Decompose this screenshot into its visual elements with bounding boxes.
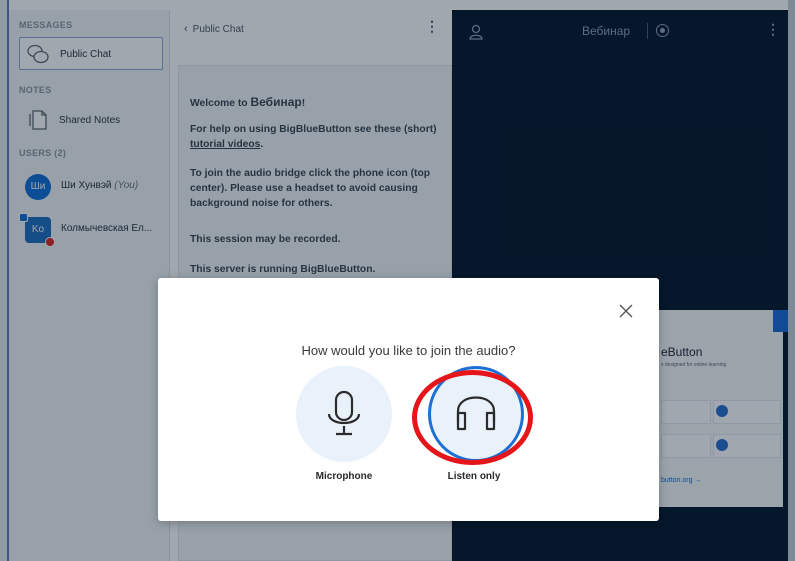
headphones-icon (456, 396, 496, 431)
listen-only-label: Listen only (447, 471, 501, 482)
app-frame: MESSAGES Public Chat NOTES Shared Notes … (0, 0, 795, 561)
microphone-button[interactable] (296, 366, 392, 462)
close-icon[interactable] (617, 302, 635, 320)
audio-question: How would you like to join the audio? (301, 343, 516, 358)
microphone-icon (327, 390, 361, 436)
audio-modal: How would you like to join the audio? Mi… (158, 278, 659, 521)
microphone-label: Microphone (315, 471, 373, 482)
listen-only-button[interactable] (428, 366, 524, 462)
